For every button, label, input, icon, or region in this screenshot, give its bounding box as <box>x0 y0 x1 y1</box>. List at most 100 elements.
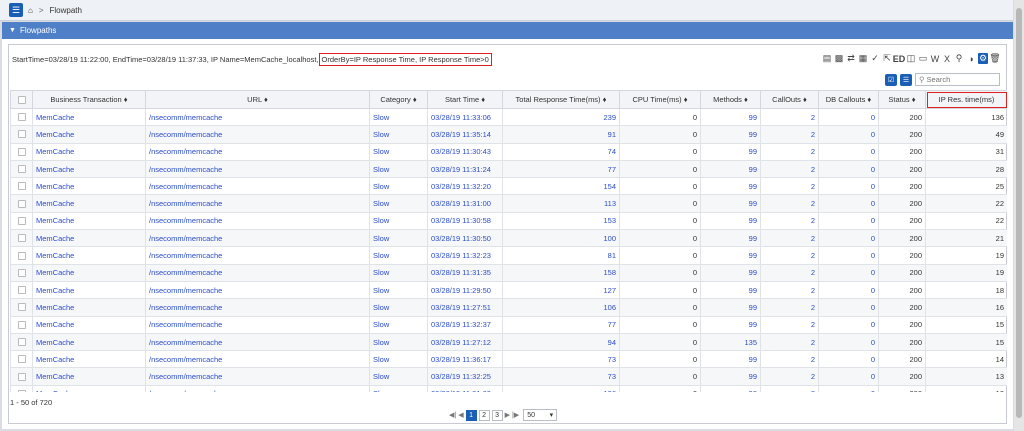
table-cell[interactable]: 99 <box>700 194 761 213</box>
table-row[interactable]: MemCache/nsecomm/memcacheSlow03/28/19 11… <box>10 332 1007 352</box>
table-cell[interactable]: 239 <box>502 107 620 127</box>
table-cell[interactable]: 2 <box>760 246 819 265</box>
column-header[interactable]: IP Res. time(ms) <box>925 90 1007 109</box>
table-cell[interactable]: 100 <box>502 229 620 248</box>
table-cell[interactable]: MemCache <box>32 211 146 231</box>
table-cell[interactable]: 03/28/19 11:31:00 <box>427 384 503 392</box>
table-cell[interactable]: 0 <box>818 246 879 265</box>
table-row[interactable]: MemCache/nsecomm/memcacheSlow03/28/19 11… <box>10 315 1007 334</box>
table-cell[interactable]: 2 <box>760 298 819 317</box>
table-cell[interactable]: 0 <box>818 332 879 352</box>
table-cell[interactable]: 03/28/19 11:30:58 <box>427 211 503 231</box>
table-cell[interactable]: MemCache <box>32 263 146 282</box>
row-checkbox[interactable] <box>10 211 33 231</box>
column-header[interactable]: Business Transaction ♦ <box>32 90 146 109</box>
table-cell[interactable]: /nsecomm/memcache <box>145 177 370 196</box>
table-cell[interactable]: 03/28/19 11:36:17 <box>427 350 503 369</box>
table-cell[interactable]: 2 <box>760 280 819 300</box>
table-row[interactable]: MemCache/nsecomm/memcacheSlow03/28/19 11… <box>10 125 1007 144</box>
table-cell[interactable]: 03/28/19 11:31:00 <box>427 194 503 213</box>
table-cell[interactable]: 0 <box>818 107 879 127</box>
table-cell[interactable]: /nsecomm/memcache <box>145 107 370 127</box>
page-scrollbar[interactable] <box>1014 0 1024 431</box>
table-cell[interactable]: 94 <box>502 332 620 352</box>
table-cell[interactable]: /nsecomm/memcache <box>145 142 370 161</box>
ed-icon[interactable]: ED <box>893 53 906 64</box>
page-button[interactable]: 1 <box>465 409 477 421</box>
row-checkbox[interactable] <box>10 367 33 386</box>
row-checkbox[interactable] <box>10 280 33 300</box>
page-button[interactable]: 3 <box>491 409 503 421</box>
table-row[interactable]: MemCache/nsecomm/memcacheSlow03/28/19 11… <box>10 384 1007 392</box>
row-checkbox[interactable] <box>10 159 33 179</box>
table-cell[interactable]: 03/28/19 11:30:50 <box>427 229 503 248</box>
table-cell[interactable]: Slow <box>369 229 428 248</box>
column-header[interactable]: Start Time ♦ <box>427 90 503 109</box>
table-cell[interactable]: 2 <box>760 107 819 127</box>
row-checkbox[interactable] <box>10 194 33 213</box>
table-cell[interactable]: 0 <box>818 142 879 161</box>
table-cell[interactable]: Slow <box>369 384 428 392</box>
row-checkbox[interactable] <box>10 142 33 161</box>
export-icon[interactable]: ⇱ <box>882 53 892 64</box>
table-cell[interactable]: MemCache <box>32 229 146 248</box>
table-cell[interactable]: Slow <box>369 263 428 282</box>
table-cell[interactable]: 2 <box>760 211 819 231</box>
table-row[interactable]: MemCache/nsecomm/memcacheSlow03/28/19 11… <box>10 246 1007 265</box>
table-row[interactable]: MemCache/nsecomm/memcacheSlow03/28/19 11… <box>10 142 1007 161</box>
check-icon[interactable]: ✓ <box>870 53 880 64</box>
table-cell[interactable]: 0 <box>818 177 879 196</box>
table-cell[interactable]: Slow <box>369 194 428 213</box>
table-cell[interactable]: Slow <box>369 350 428 369</box>
table-cell[interactable]: 99 <box>700 280 761 300</box>
delete-icon[interactable]: 🗑 <box>989 53 1000 64</box>
table-cell[interactable]: 0 <box>818 159 879 179</box>
table-cell[interactable]: 2 <box>760 229 819 248</box>
row-checkbox[interactable] <box>10 246 33 265</box>
table-cell[interactable]: 106 <box>502 298 620 317</box>
table-cell[interactable]: MemCache <box>32 280 146 300</box>
table-cell[interactable]: 99 <box>700 211 761 231</box>
table-cell[interactable]: 99 <box>700 159 761 179</box>
table-cell[interactable]: 99 <box>700 367 761 386</box>
table-cell[interactable]: 0 <box>818 367 879 386</box>
home-icon[interactable]: ⌂ <box>28 6 33 15</box>
row-checkbox[interactable] <box>10 177 33 196</box>
row-checkbox[interactable] <box>10 107 33 127</box>
table-cell[interactable]: 99 <box>700 125 761 144</box>
table-cell[interactable]: Slow <box>369 107 428 127</box>
row-checkbox[interactable] <box>10 229 33 248</box>
table-cell[interactable]: 2 <box>760 159 819 179</box>
table-cell[interactable]: Slow <box>369 367 428 386</box>
table-cell[interactable]: /nsecomm/memcache <box>145 332 370 352</box>
table-cell[interactable]: 0 <box>818 211 879 231</box>
table-cell[interactable]: Slow <box>369 211 428 231</box>
table-cell[interactable]: /nsecomm/memcache <box>145 367 370 386</box>
table-cell[interactable]: MemCache <box>32 177 146 196</box>
column-header[interactable]: CallOuts ♦ <box>760 90 819 109</box>
table-row[interactable]: MemCache/nsecomm/memcacheSlow03/28/19 11… <box>10 159 1007 179</box>
table-cell[interactable]: 03/28/19 11:35:14 <box>427 125 503 144</box>
table-cell[interactable]: 126 <box>502 384 620 392</box>
table-cell[interactable]: 99 <box>700 142 761 161</box>
table-cell[interactable]: MemCache <box>32 384 146 392</box>
table-cell[interactable]: Slow <box>369 332 428 352</box>
table-cell[interactable]: /nsecomm/memcache <box>145 229 370 248</box>
settings-icon[interactable]: ⚙ <box>978 53 988 64</box>
table-cell[interactable]: /nsecomm/memcache <box>145 298 370 317</box>
table-cell[interactable]: 03/28/19 11:32:37 <box>427 315 503 334</box>
column-header[interactable]: CPU Time(ms) ♦ <box>619 90 701 109</box>
table-row[interactable]: MemCache/nsecomm/memcacheSlow03/28/19 11… <box>10 367 1007 386</box>
column-header[interactable]: Total Response Time(ms) ♦ <box>502 90 620 109</box>
list-menu-icon[interactable]: ☰ <box>900 73 912 86</box>
table-cell[interactable]: 74 <box>502 142 620 161</box>
table-cell[interactable]: MemCache <box>32 107 146 127</box>
table-cell[interactable]: 158 <box>502 263 620 282</box>
table-cell[interactable]: 135 <box>700 332 761 352</box>
table-cell[interactable]: 0 <box>818 298 879 317</box>
table-cell[interactable]: 2 <box>760 315 819 334</box>
row-checkbox[interactable] <box>10 125 33 144</box>
compare-icon[interactable]: ⇄ <box>846 53 856 64</box>
table-cell[interactable]: 0 <box>818 194 879 213</box>
row-checkbox[interactable] <box>10 384 33 392</box>
